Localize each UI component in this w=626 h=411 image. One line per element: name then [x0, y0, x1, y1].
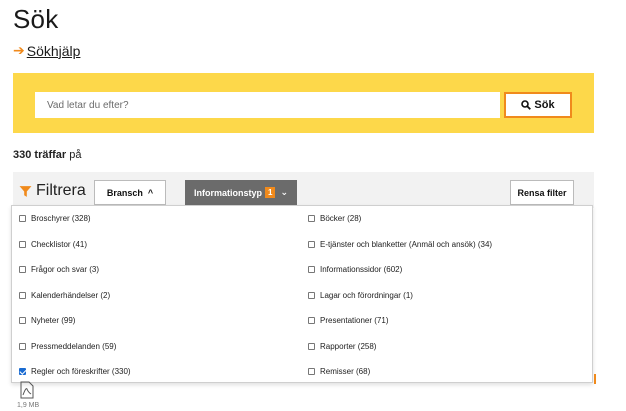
checkbox[interactable]	[19, 343, 26, 350]
checkbox[interactable]	[19, 241, 26, 248]
chevron-up-icon: ^	[147, 187, 154, 198]
clear-filter-label: Rensa filter	[517, 187, 567, 198]
search-icon	[521, 100, 532, 110]
filter-option-label: Kalenderhändelser (2)	[31, 291, 111, 300]
filter-option-label: Rapporter (258)	[320, 342, 377, 351]
page-title: Sök	[13, 4, 59, 34]
checkbox[interactable]	[308, 292, 315, 299]
checkbox[interactable]	[308, 215, 315, 222]
filter-option[interactable]: Böcker (28)	[308, 214, 361, 223]
search-panel: Vad letar du efter? Sök	[13, 73, 594, 133]
filter-option[interactable]: Regler och föreskrifter (330)	[19, 367, 131, 376]
filter-title: Filtrera	[19, 182, 86, 200]
search-input[interactable]: Vad letar du efter?	[35, 92, 500, 118]
filter-option[interactable]: Broschyrer (328)	[19, 214, 91, 223]
results-summary: 330 träffar på	[13, 149, 82, 161]
chevron-down-icon: ⌄	[280, 187, 288, 197]
results-count: 330 träffar	[13, 149, 67, 161]
bransch-filter-button[interactable]: Bransch ^	[94, 180, 166, 205]
arrow-right-icon: ➔	[13, 42, 25, 58]
help-link-label: Sökhjälp	[26, 42, 81, 59]
filter-option[interactable]: Lagar och förordningar (1)	[308, 291, 413, 300]
pdf-file-icon	[20, 381, 34, 399]
checkbox[interactable]	[308, 241, 315, 248]
filter-option-label: E-tjänster och blanketter (Anmäl och ans…	[320, 240, 493, 249]
filter-option[interactable]: Nyheter (99)	[19, 316, 75, 325]
filter-title-label: Filtrera	[36, 182, 86, 199]
result-item-edge	[594, 374, 596, 384]
filter-bar: Filtrera Bransch ^ Informationstyp 1 ⌄ R…	[13, 172, 594, 208]
filter-option[interactable]: Pressmeddelanden (59)	[19, 342, 116, 351]
informationstyp-dropdown: Broschyrer (328) Böcker (28) Checklistor (…	[11, 205, 593, 383]
checkbox[interactable]	[308, 266, 315, 273]
search-button[interactable]: Sök	[504, 92, 572, 118]
help-link[interactable]: ➔ Sökhjälp	[13, 42, 80, 59]
checkbox[interactable]	[308, 343, 315, 350]
file-size: 1,9 MB	[17, 402, 40, 409]
filter-option-label: Broschyrer (328)	[31, 214, 91, 223]
funnel-icon	[19, 185, 32, 197]
checkbox[interactable]	[19, 215, 26, 222]
search-placeholder: Vad letar du efter?	[47, 99, 129, 111]
filter-option-label: Frågor och svar (3)	[31, 265, 100, 274]
filter-option-label: Remisser (68)	[320, 367, 371, 376]
filter-option-label: Informationssidor (602)	[320, 265, 403, 274]
checkbox[interactable]	[308, 368, 315, 375]
results-suffix: på	[69, 149, 82, 161]
clear-filter-button[interactable]: Rensa filter	[510, 180, 574, 205]
filter-option-label: Böcker (28)	[320, 214, 362, 223]
filter-option-label: Checklistor (41)	[31, 240, 88, 249]
checkbox[interactable]	[19, 266, 26, 273]
filter-option-label: Regler och föreskrifter (330)	[31, 367, 131, 376]
filter-option[interactable]: Remisser (68)	[308, 367, 370, 376]
filter-count-badge: 1	[265, 187, 276, 198]
checkbox[interactable]	[308, 317, 315, 324]
filter-option-label: Lagar och förordningar (1)	[320, 291, 413, 300]
checkbox[interactable]	[19, 317, 26, 324]
filter-option[interactable]: Frågor och svar (3)	[19, 265, 99, 274]
informationstyp-filter-button[interactable]: Informationstyp 1 ⌄	[185, 180, 297, 205]
filter-option[interactable]: Presentationer (71)	[308, 316, 388, 325]
filter-option[interactable]: Informationssidor (602)	[308, 265, 402, 274]
filter-option-label: Presentationer (71)	[320, 316, 389, 325]
filter-option[interactable]: Kalenderhändelser (2)	[19, 291, 110, 300]
bransch-filter-label: Bransch	[106, 187, 143, 198]
search-button-label: Sök	[534, 99, 555, 111]
informationstyp-filter-label: Informationstyp	[193, 187, 262, 198]
filter-option-label: Nyheter (99)	[31, 316, 76, 325]
filter-option[interactable]: Checklistor (41)	[19, 240, 87, 249]
filter-option[interactable]: Rapporter (258)	[308, 342, 376, 351]
filter-option[interactable]: E-tjänster och blanketter (Anmäl och ans…	[308, 240, 492, 249]
checkbox[interactable]	[19, 292, 26, 299]
checkbox[interactable]	[19, 368, 26, 375]
filter-option-label: Pressmeddelanden (59)	[31, 342, 117, 351]
